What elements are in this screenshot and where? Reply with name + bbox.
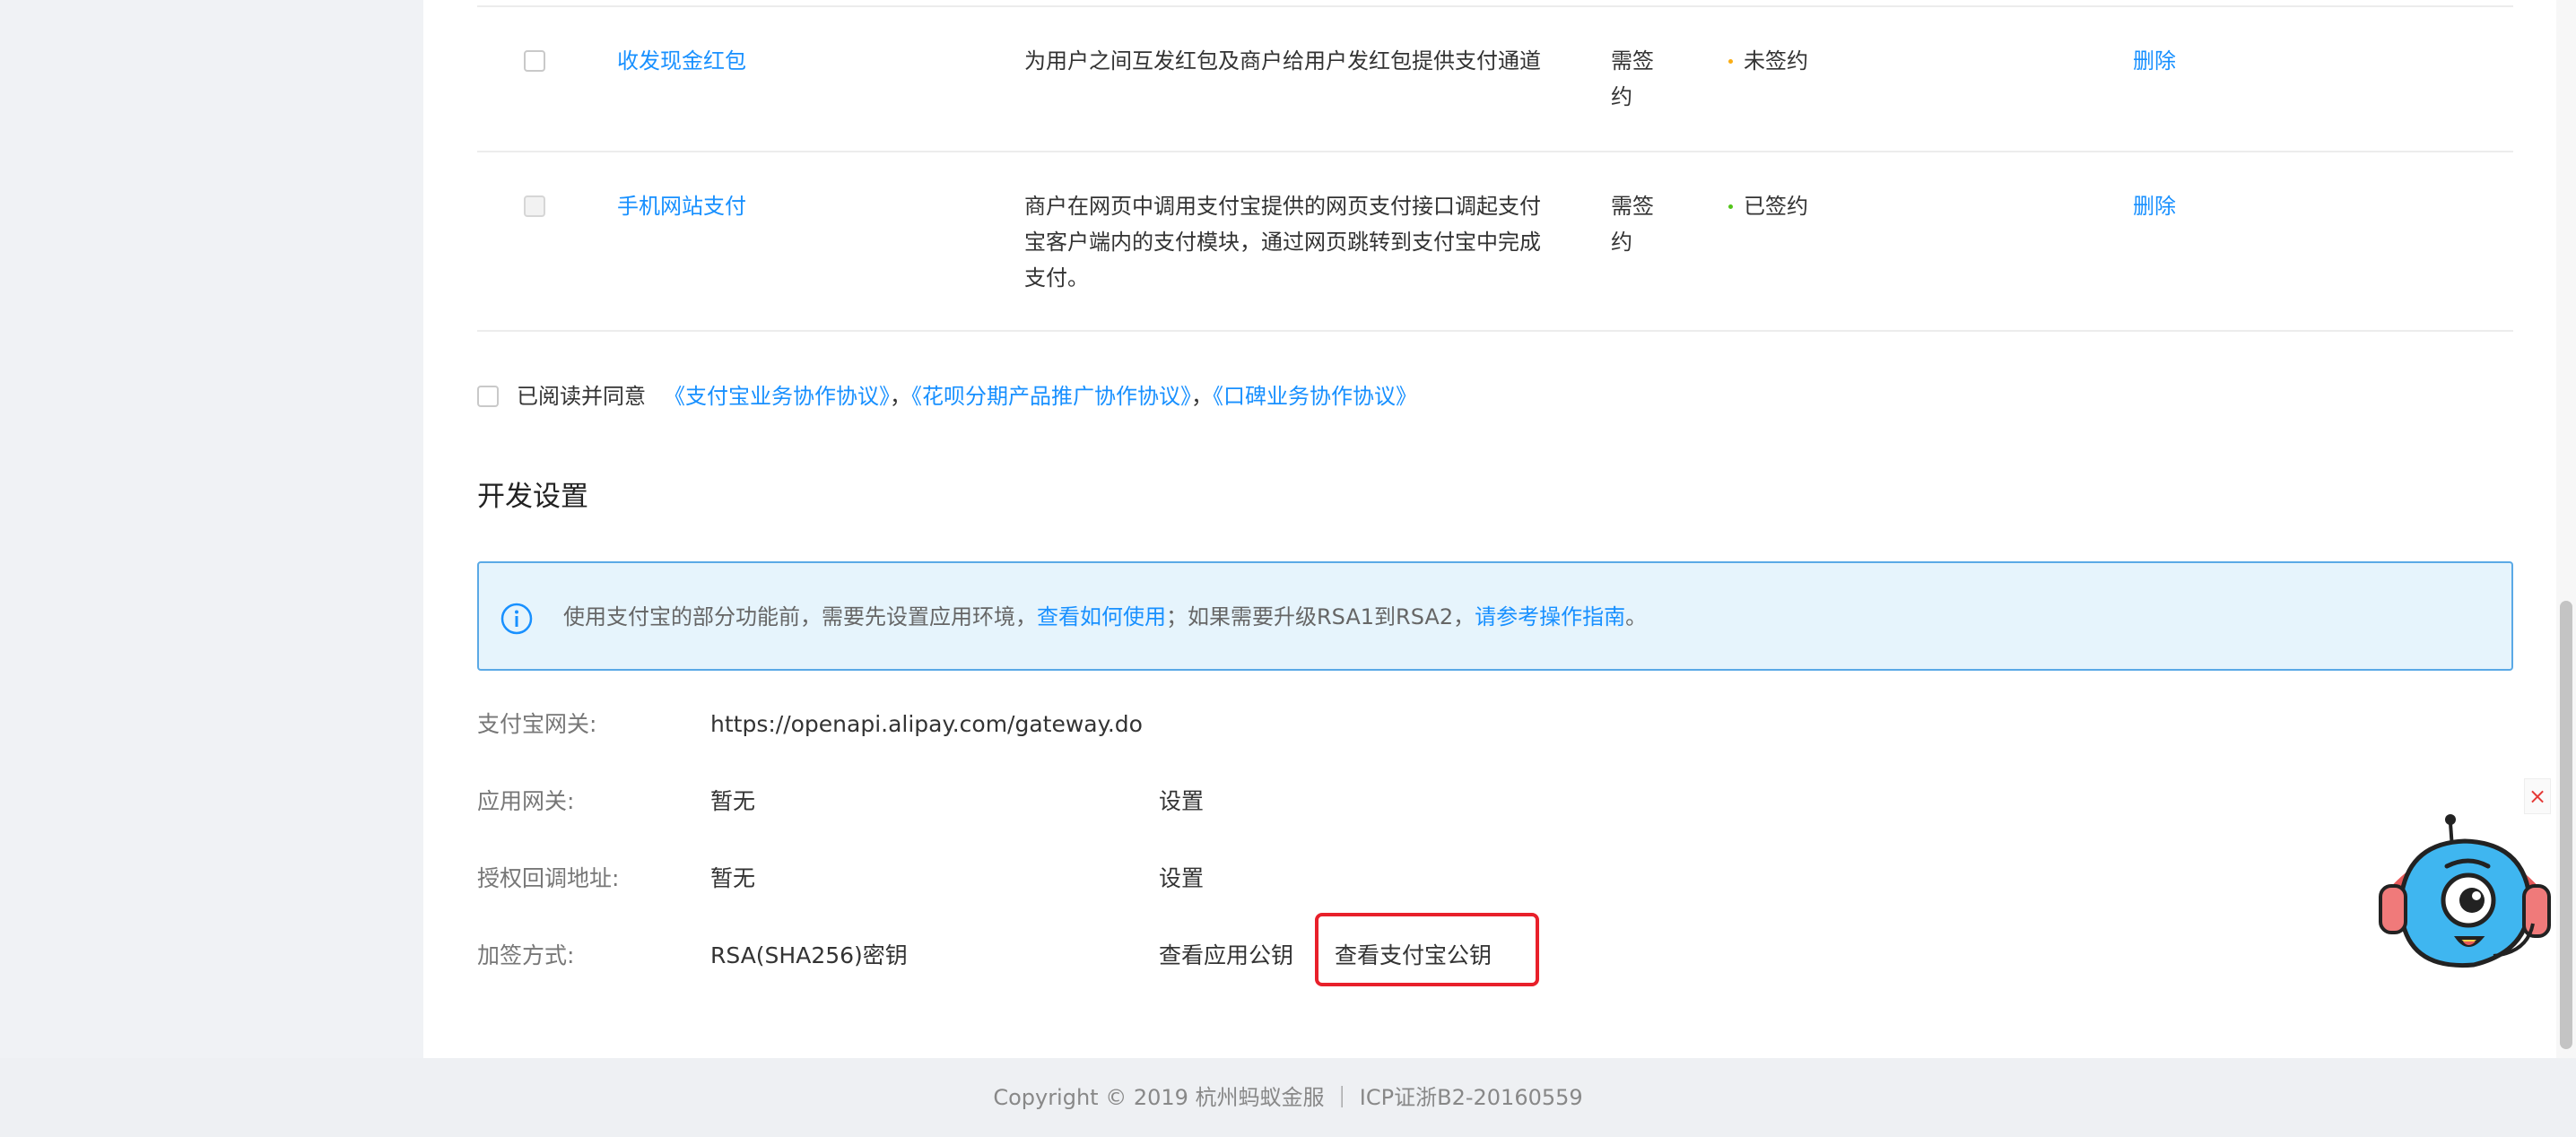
- table-bottom-divider: [477, 330, 2513, 332]
- footer: Copyright © 2019 杭州蚂蚁金服 ｜ ICP证浙B2-201605…: [0, 1058, 2576, 1137]
- alert-text-part: 。: [1625, 604, 1648, 629]
- product-desc-line: 宝客户端内的支付模块，通过网页跳转到支付宝中完成: [1024, 230, 1541, 255]
- sign-req-line: 约: [1611, 84, 1632, 109]
- product-desc-line: 为用户之间互发红包及商户给用户发红包提供支付通道: [1024, 48, 1541, 74]
- info-circle-icon: [500, 603, 533, 635]
- row-checkbox-wap-pay[interactable]: [524, 195, 545, 217]
- scrollbar-track[interactable]: [2556, 0, 2576, 1058]
- product-desc-red-packet: 为用户之间互发红包及商户给用户发红包提供支付通道: [1024, 43, 1541, 79]
- status-text-red-packet: 未签约: [1744, 48, 1808, 74]
- alert-message: 使用支付宝的部分功能前，需要先设置应用环境，查看如何使用；如果需要升级RSA1到…: [563, 599, 1647, 635]
- sign-req-line: 需签: [1611, 194, 1654, 219]
- sign-requirement-wap-pay: 需签 约: [1611, 188, 1654, 260]
- view-app-public-key-link[interactable]: 查看应用公钥: [1159, 938, 1293, 974]
- agreement-link-koubei[interactable]: 《口碑业务协作协议》: [1213, 384, 1417, 409]
- delete-link-wap-pay[interactable]: 删除: [2133, 188, 2176, 224]
- status-dot-pending-icon: [1728, 59, 1733, 64]
- table-row-divider: [477, 151, 2513, 152]
- agreement-link-alipay[interactable]: 《支付宝业务协作协议》: [664, 384, 890, 409]
- main-panel: [423, 0, 2576, 1058]
- product-name-wap-pay[interactable]: 手机网站支付: [617, 188, 746, 224]
- field-label-alipay-gateway: 支付宝网关:: [477, 711, 597, 737]
- field-label-sign-method: 加签方式:: [477, 942, 575, 968]
- field-value-sign-method: RSA(SHA256)密钥: [710, 942, 908, 968]
- field-value-app-gateway: 暂无: [710, 788, 756, 814]
- section-title-dev-settings: 开发设置: [477, 481, 588, 513]
- row-checkbox-red-packet[interactable]: [524, 50, 545, 72]
- agreement-line: 已阅读并同意 《支付宝业务协作协议》，《花呗分期产品推广协作协议》，《口碑业务协作…: [517, 378, 1417, 414]
- highlight-annotation: [1315, 913, 1539, 986]
- product-desc-wap-pay: 商户在网页中调用支付宝提供的网页支付接口调起支付 宝客户端内的支付模块，通过网页…: [1024, 188, 1541, 296]
- alert-link-how-to-use[interactable]: 查看如何使用: [1037, 604, 1166, 629]
- alert-text-part: 使用支付宝的部分功能前，需要先设置应用环境，: [563, 604, 1037, 629]
- left-gutter: [0, 0, 423, 1058]
- agreement-link-huabei[interactable]: 《花呗分期产品推广协作协议》: [911, 384, 1191, 409]
- delete-link-red-packet[interactable]: 删除: [2133, 43, 2176, 79]
- alert-text-part: ；如果需要升级RSA1到RSA2，: [1166, 604, 1475, 629]
- sign-req-line: 需签: [1611, 48, 1654, 74]
- agreement-checkbox[interactable]: [477, 386, 499, 407]
- field-label-auth-callback: 授权回调地址:: [477, 865, 620, 891]
- status-dot-signed-icon: [1728, 204, 1733, 209]
- status-text-wap-pay: 已签约: [1744, 194, 1808, 219]
- set-auth-callback-link[interactable]: 设置: [1159, 861, 1204, 897]
- agreement-separator: ，: [890, 384, 911, 409]
- sign-req-line: 约: [1611, 230, 1632, 255]
- product-desc-line: 商户在网页中调用支付宝提供的网页支付接口调起支付: [1024, 194, 1541, 219]
- page: 收发现金红包 为用户之间互发红包及商户给用户发红包提供支付通道 需签 约 未签约…: [0, 0, 2576, 1137]
- footer-copyright: Copyright © 2019 杭州蚂蚁金服 ｜ ICP证浙B2-201605…: [993, 1085, 1583, 1110]
- set-app-gateway-link[interactable]: 设置: [1159, 784, 1204, 820]
- product-desc-line: 支付。: [1024, 265, 1089, 291]
- alert-link-guide[interactable]: 请参考操作指南: [1475, 604, 1625, 629]
- sign-requirement-red-packet: 需签 约: [1611, 43, 1654, 115]
- agreement-prefix: 已阅读并同意: [517, 384, 646, 409]
- field-value-alipay-gateway: https://openapi.alipay.com/gateway.do: [710, 711, 1143, 737]
- product-name-red-packet[interactable]: 收发现金红包: [617, 43, 746, 79]
- info-alert: 使用支付宝的部分功能前，需要先设置应用环境，查看如何使用；如果需要升级RSA1到…: [477, 561, 2513, 671]
- scrollbar-thumb[interactable]: [2560, 601, 2572, 1049]
- field-label-app-gateway: 应用网关:: [477, 788, 575, 814]
- support-mascot-icon[interactable]: [2375, 807, 2554, 977]
- table-top-divider: [477, 5, 2513, 7]
- agreement-separator: ，: [1191, 384, 1213, 409]
- field-value-auth-callback: 暂无: [710, 865, 756, 891]
